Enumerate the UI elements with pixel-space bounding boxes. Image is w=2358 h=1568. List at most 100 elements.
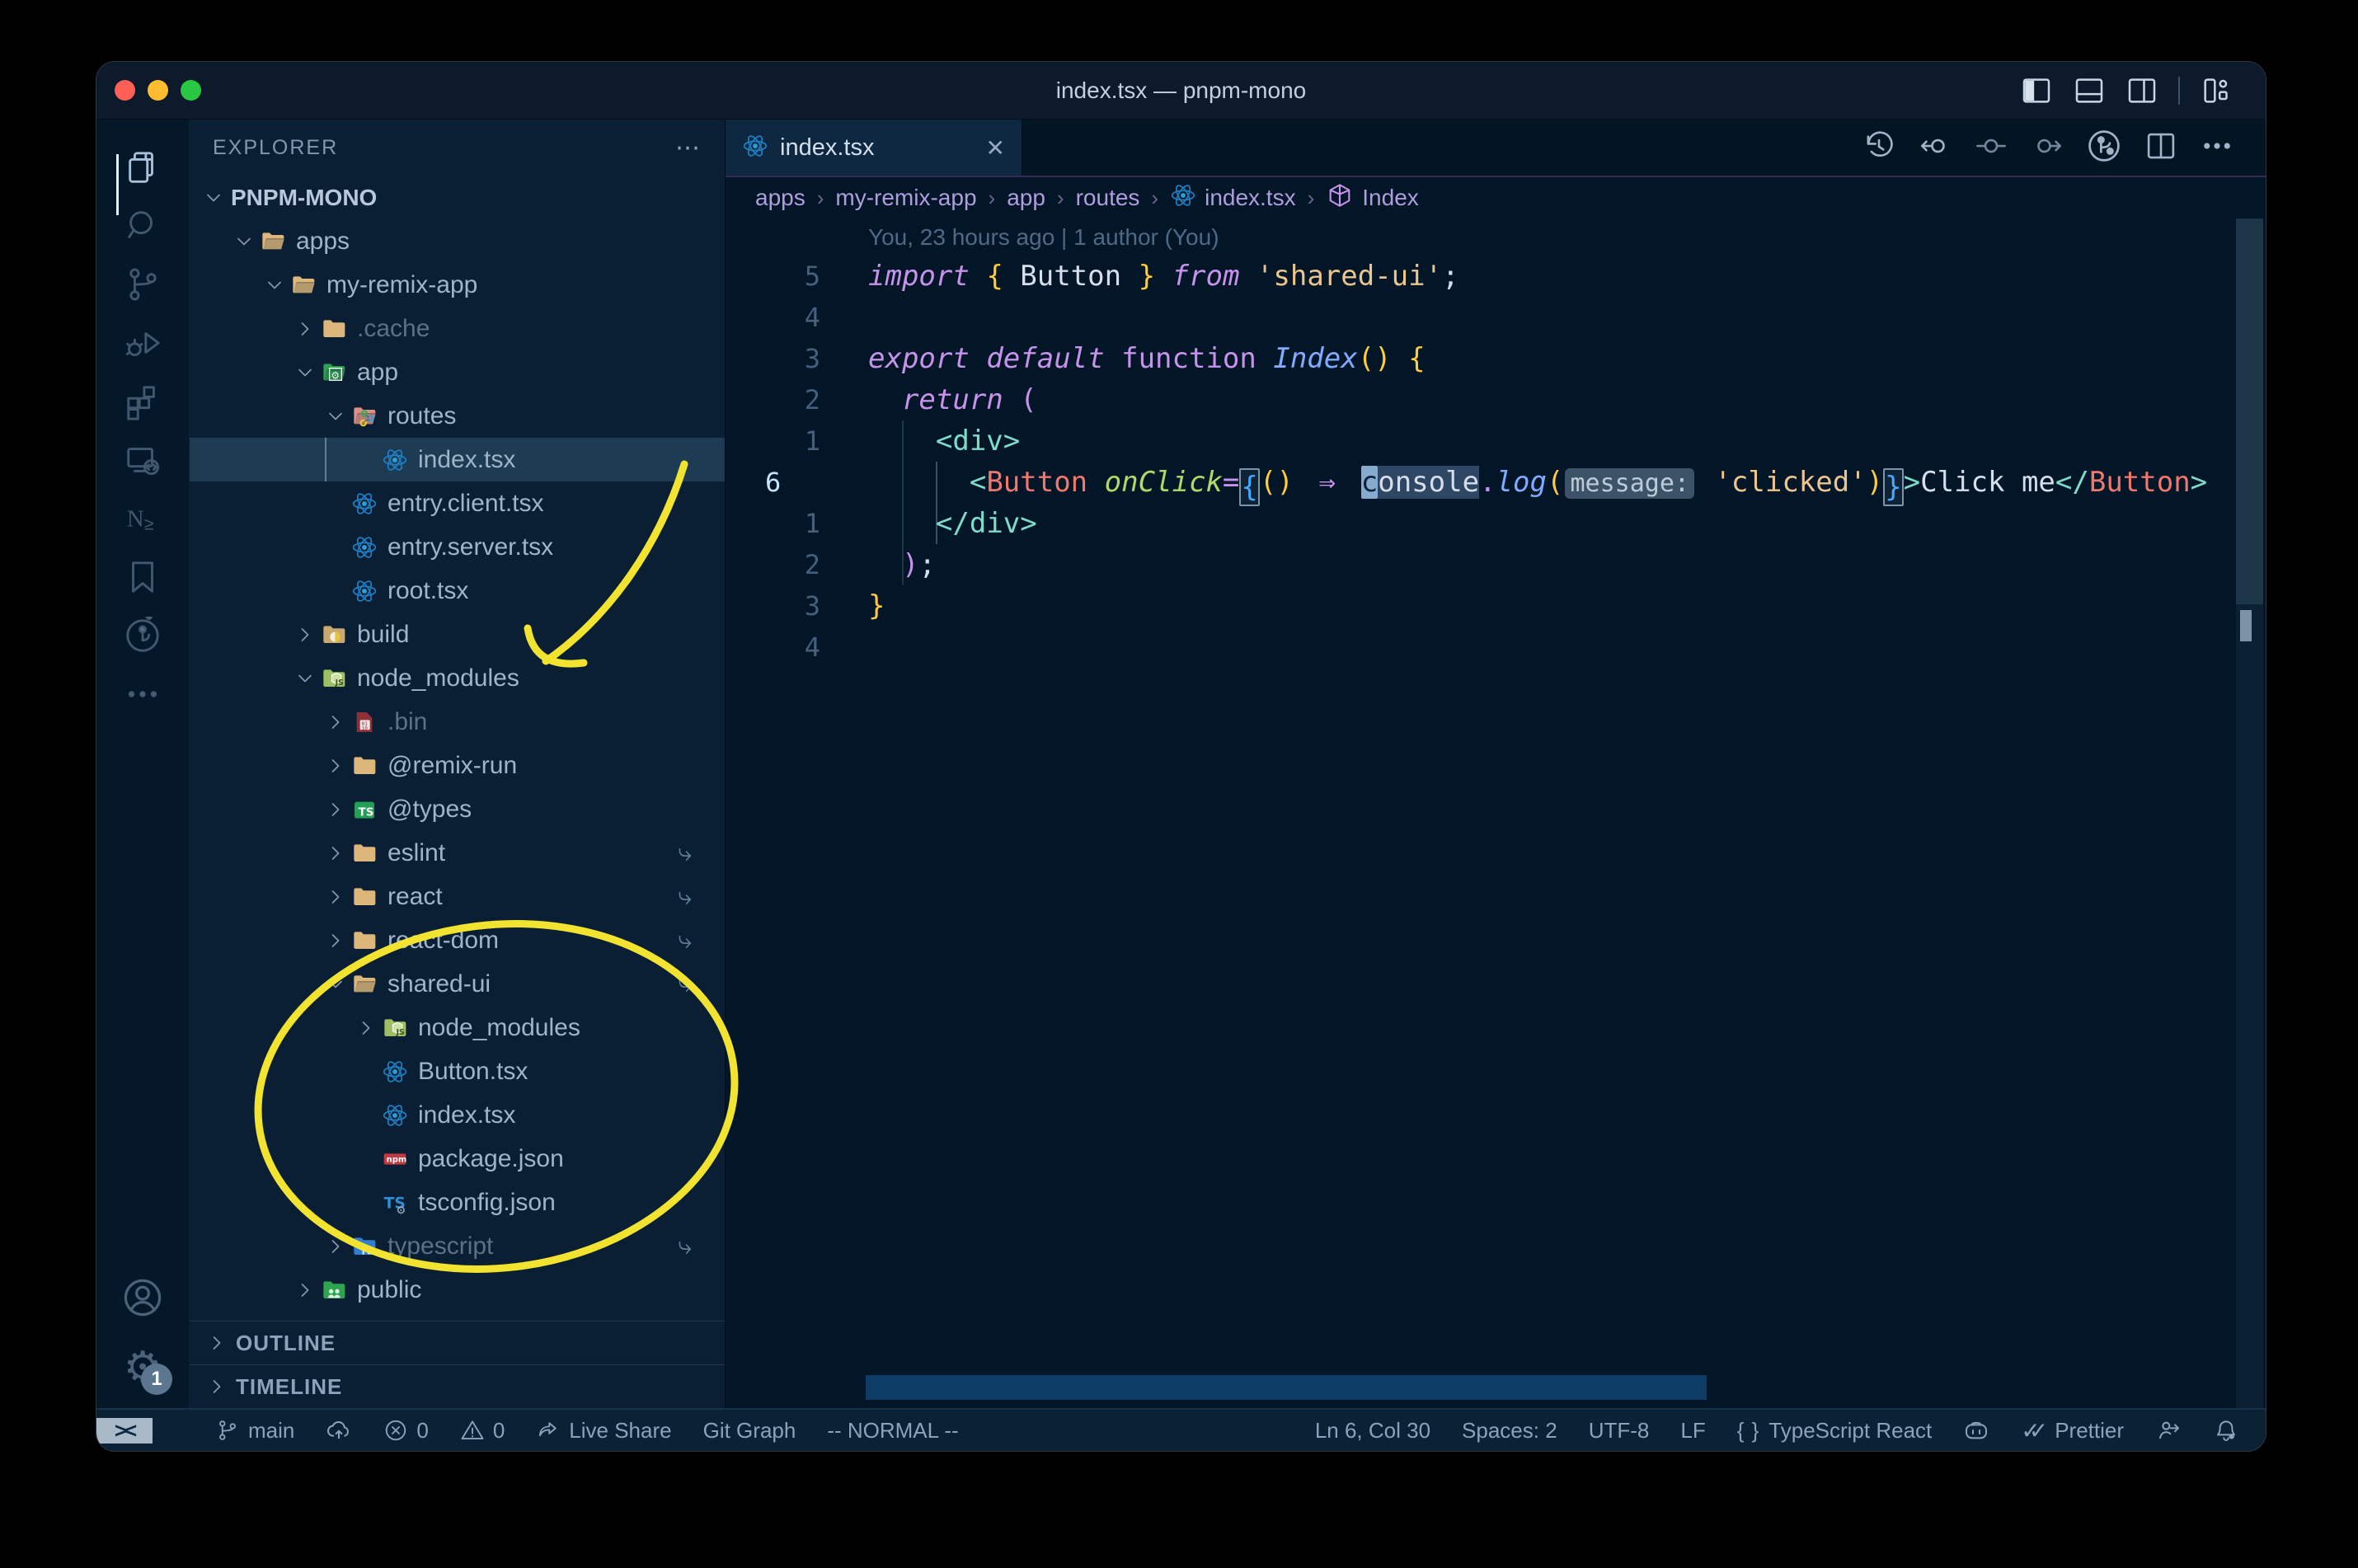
tree-item-index-tsx[interactable]: index.tsx [190, 438, 725, 481]
code-editor[interactable]: You, 23 hours ago | 1 author (You) 5 impo… [726, 218, 2266, 1408]
tab-index-tsx[interactable]: index.tsx ✕ [726, 120, 1022, 176]
tree-item--types[interactable]: TS @types [190, 787, 725, 831]
tree-item--remix-run[interactable]: @remix-run [190, 744, 725, 787]
status-encoding[interactable]: UTF-8 [1589, 1418, 1650, 1444]
maximize-window-button[interactable] [181, 80, 201, 101]
tree-item-index-tsx[interactable]: index.tsx [190, 1093, 725, 1137]
folder-js-icon: JS [321, 665, 347, 692]
activity-more-views-icon[interactable] [116, 664, 169, 723]
explorer-more-actions-icon[interactable]: ⋯ [675, 134, 702, 162]
status-publish[interactable] [326, 1417, 352, 1444]
activity-gitlens-icon[interactable] [116, 606, 169, 664]
chevron-right-icon [323, 1234, 348, 1259]
folder-icon [321, 316, 347, 342]
tree-item-node-modules[interactable]: JS node_modules [190, 1006, 725, 1049]
status-eol[interactable]: LF [1680, 1418, 1705, 1444]
tree-item-entry-server-tsx[interactable]: entry.server.tsx [190, 525, 725, 569]
activity-remote-explorer-icon[interactable] [116, 430, 169, 489]
activity-run-debug-icon[interactable] [116, 313, 169, 372]
tab-close-icon[interactable]: ✕ [986, 134, 1005, 162]
toggle-panel-icon[interactable] [2073, 74, 2106, 107]
customize-layout-icon[interactable] [2200, 74, 2233, 107]
tree-item-react[interactable]: react ⤷ [190, 875, 725, 918]
split-editor-icon[interactable] [2144, 129, 2178, 167]
breadcrumb-item-apps[interactable]: apps [755, 185, 806, 211]
settings-badge: 1 [141, 1364, 172, 1395]
status-errors[interactable]: 0 [383, 1418, 429, 1444]
react-file-icon [742, 133, 768, 163]
activity-explorer-icon[interactable] [116, 138, 169, 215]
tree-item-tsconfig-json[interactable]: TS ⚙ tsconfig.json [190, 1181, 725, 1224]
status-git-branch[interactable]: main [215, 1418, 294, 1444]
previous-change-icon[interactable] [1918, 129, 1952, 167]
breadcrumb-item-index[interactable]: Index [1326, 181, 1419, 215]
horizontal-scrollbar-thumb[interactable] [866, 1375, 1707, 1400]
status-notifications[interactable] [2213, 1417, 2239, 1444]
chevron-right-icon [323, 710, 348, 735]
tree-item-root-tsx[interactable]: root.tsx [190, 569, 725, 613]
toggle-primary-sidebar-icon[interactable] [2020, 74, 2053, 107]
tree-item-entry-client-tsx[interactable]: entry.client.tsx [190, 481, 725, 525]
breadcrumb-item-routes[interactable]: routes [1076, 185, 1140, 211]
breadcrumb-item-app[interactable]: app [1007, 185, 1045, 211]
activity-account-icon[interactable] [116, 1268, 169, 1326]
npm-icon: npm [382, 1146, 408, 1172]
status-copilot[interactable] [1963, 1417, 1989, 1444]
title-bar[interactable]: index.tsx — pnpm-mono [96, 62, 2266, 120]
tree-item--bin[interactable]: 01 10 .bin [190, 700, 725, 744]
tree-item-label: public [357, 1275, 422, 1303]
status-vim-mode[interactable]: -- NORMAL -- [827, 1418, 958, 1444]
activity-search-icon[interactable] [116, 196, 169, 255]
tree-item-package-json[interactable]: npm package.json [190, 1137, 725, 1181]
tree-item-pnpm-mono[interactable]: PNPM-MONO [190, 176, 725, 219]
status-indentation[interactable]: Spaces: 2 [1462, 1418, 1557, 1444]
tree-item-my-remix-app[interactable]: my-remix-app [190, 263, 725, 307]
more-actions-icon[interactable] [2200, 129, 2234, 167]
vertical-scrollbar-thumb[interactable] [2236, 218, 2263, 604]
minimize-window-button[interactable] [148, 80, 168, 101]
tree-item--cache[interactable]: .cache [190, 307, 725, 350]
tree-item-build[interactable]: build [190, 613, 725, 656]
activity-extensions-icon[interactable] [116, 372, 169, 430]
tree-item-app[interactable]: ⚙ app [190, 350, 725, 394]
status-language-mode[interactable]: { } TypeScript React [1737, 1418, 1933, 1444]
chevron-right-icon [293, 622, 317, 647]
tree-item-shared-ui[interactable]: shared-ui ⤷ [190, 962, 725, 1006]
activity-bookmarks-icon[interactable] [116, 547, 169, 606]
tree-item-eslint[interactable]: eslint ⤷ [190, 831, 725, 875]
tree-item-button-tsx[interactable]: Button.tsx [190, 1049, 725, 1093]
status-prettier[interactable]: ✓✓ Prettier [2021, 1417, 2124, 1444]
status-warnings[interactable]: 0 [460, 1418, 505, 1444]
close-window-button[interactable] [115, 80, 135, 101]
tree-item-apps[interactable]: apps [190, 219, 725, 263]
gitlens-graph-icon[interactable] [2086, 128, 2122, 168]
activity-nx-console-icon[interactable]: N ≥ [116, 489, 169, 547]
folder-public-icon [321, 1277, 347, 1303]
tree-item-label: root.tsx [388, 576, 469, 604]
breadcrumb-item-index-tsx[interactable]: index.tsx [1170, 182, 1296, 214]
current-change-icon[interactable] [1974, 129, 2008, 167]
activity-settings-icon[interactable]: ⚙ 1 [116, 1338, 172, 1397]
tree-item-public[interactable]: public [190, 1268, 725, 1312]
status-remote-indicator[interactable]: >< [96, 1417, 153, 1444]
sidebar-section-timeline[interactable]: TIMELINE [190, 1364, 725, 1408]
tree-item-label: .cache [357, 314, 430, 342]
activity-source-control-icon[interactable] [116, 255, 169, 313]
next-change-icon[interactable] [2030, 129, 2064, 167]
tree-item-routes[interactable]: routes [190, 394, 725, 438]
tree-item-label: my-remix-app [326, 270, 478, 298]
breadcrumb-item-my-remix-app[interactable]: my-remix-app [835, 185, 976, 211]
status-git-graph[interactable]: Git Graph [703, 1418, 796, 1444]
tree-item-node-modules[interactable]: JS node_modules [190, 656, 725, 700]
status-feedback[interactable] [2155, 1417, 2182, 1444]
toggle-secondary-sidebar-icon[interactable] [2125, 74, 2158, 107]
tree-item-typescript[interactable]: TS typescript ⤷ [190, 1224, 725, 1268]
double-check-icon: ✓✓ [2021, 1417, 2048, 1444]
timeline-history-icon[interactable] [1862, 129, 1896, 167]
status-cursor-position[interactable]: Ln 6, Col 30 [1315, 1418, 1430, 1444]
status-live-share[interactable]: Live Share [536, 1418, 672, 1444]
folder-icon [351, 840, 378, 866]
tree-item-react-dom[interactable]: react-dom ⤷ [190, 918, 725, 962]
sidebar-section-outline[interactable]: OUTLINE [190, 1321, 725, 1364]
brackets-icon: { } [1736, 1417, 1761, 1443]
